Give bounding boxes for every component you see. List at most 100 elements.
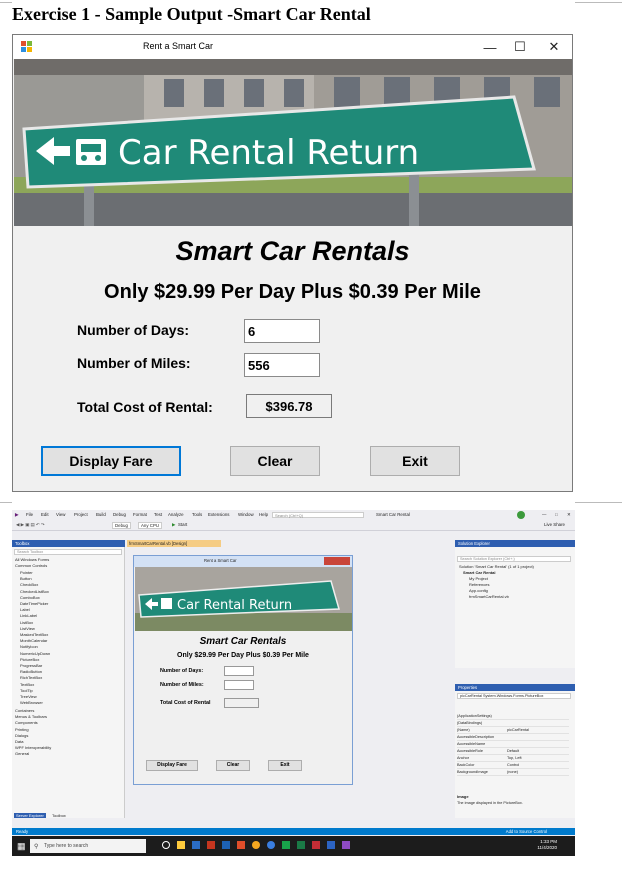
days-input[interactable]: 6 <box>244 319 320 343</box>
solution-item[interactable]: Solution 'Smart Car Rental' (1 of 1 proj… <box>459 564 534 569</box>
start-button[interactable]: Start <box>178 522 187 527</box>
property-row[interactable]: BackgroundImage (none) <box>457 770 569 776</box>
property-value[interactable]: Control <box>507 763 519 767</box>
close-icon[interactable] <box>324 557 350 565</box>
property-value[interactable]: picCarRental <box>507 728 529 732</box>
ide-search-input[interactable]: Search (Ctrl+Q) <box>272 512 364 518</box>
close-icon[interactable]: ✕ <box>544 38 564 56</box>
designer-exit-button[interactable]: Exit <box>268 760 302 771</box>
toolbox-group[interactable]: Components <box>15 720 38 725</box>
solution-item[interactable]: My Project <box>469 576 488 581</box>
menu-project[interactable]: Project <box>74 512 88 517</box>
live-share-button[interactable]: Live Share <box>544 522 565 527</box>
exit-button[interactable]: Exit <box>370 446 460 476</box>
avatar[interactable] <box>517 511 525 519</box>
project-item[interactable]: Smart Car Rental <box>463 570 495 575</box>
toolbox-item[interactable]: RadioButton <box>20 669 42 674</box>
menu-edit[interactable]: Edit <box>41 512 49 517</box>
toolbox-item[interactable]: ComboBox <box>20 595 40 600</box>
miles-input[interactable]: 556 <box>244 353 320 377</box>
toolbox-item[interactable]: CheckBox <box>20 582 38 587</box>
toolbox-group[interactable]: Data <box>15 739 23 744</box>
toolbox-group[interactable]: Common Controls <box>15 563 47 568</box>
toolbox-group[interactable]: Printing <box>15 727 29 732</box>
toolbox-item[interactable]: TreeView <box>20 694 37 699</box>
source-control-button[interactable]: Add to Source Control <box>506 828 547 835</box>
toolbox-item[interactable]: Label <box>20 607 30 612</box>
maximize-icon[interactable]: ☐ <box>510 38 530 56</box>
property-value[interactable]: (none) <box>507 770 518 774</box>
toolbox-item[interactable]: CheckedListBox <box>20 589 49 594</box>
property-row[interactable]: AccessibleRole Default <box>457 749 569 755</box>
designer-total-label[interactable]: Total Cost of Rental <box>160 700 211 706</box>
toolbox-group[interactable]: Dialogs <box>15 733 28 738</box>
menu-tools[interactable]: Tools <box>192 512 202 517</box>
toolbox-group[interactable]: All Windows Forms <box>15 557 49 562</box>
toolbox-item[interactable]: ListView <box>20 626 35 631</box>
menu-debug[interactable]: Debug <box>113 512 126 517</box>
solution-item[interactable]: App.config <box>469 588 488 593</box>
menu-format[interactable]: Format <box>133 512 147 517</box>
properties-object-dropdown[interactable]: picCarRental System.Windows.Forms.Pictur… <box>457 693 571 699</box>
menu-build[interactable]: Build <box>96 512 106 517</box>
toolbox-item[interactable]: DateTimePicker <box>20 601 48 606</box>
toolbox-item[interactable]: WebBrowser <box>20 700 43 705</box>
clear-button[interactable]: Clear <box>230 446 320 476</box>
property-row[interactable]: AccessibleName <box>457 742 569 748</box>
designer-title[interactable]: Smart Car Rentals <box>134 636 352 647</box>
toolbox-bottom-tab[interactable]: Toolbox <box>50 813 68 818</box>
system-tray-clock[interactable]: 1:33 PM 11/4/2020 <box>537 839 557 851</box>
menu-extensions[interactable]: Extensions <box>208 512 229 517</box>
menu-window[interactable]: Window <box>238 512 254 517</box>
designer-days-input[interactable] <box>224 666 254 676</box>
designer-days-label[interactable]: Number of Days: <box>160 668 203 674</box>
minimize-icon[interactable]: — <box>480 38 500 56</box>
display-fare-button[interactable]: Display Fare <box>41 446 181 476</box>
toolbox-group[interactable]: Menus & Toolbars <box>15 714 47 719</box>
toolbox-item[interactable]: MonthCalendar <box>20 638 47 643</box>
config-dropdown[interactable]: Debug <box>112 522 131 529</box>
property-row[interactable]: AccessibleDescription <box>457 735 569 741</box>
title-bar[interactable]: Rent a Smart Car — ☐ ✕ <box>13 35 572 59</box>
taskbar-search-input[interactable]: Type here to search <box>30 839 146 853</box>
toolbox-group[interactable]: Containers <box>15 708 34 713</box>
start-icon[interactable]: ▶ <box>172 522 175 528</box>
toolbox-item[interactable]: Pointer <box>20 570 33 575</box>
designer-total-output[interactable] <box>224 698 259 708</box>
toolbox-group[interactable]: WPF Interoperability <box>15 745 51 750</box>
toolbox-item[interactable]: NumericUpDown <box>20 651 50 656</box>
minimize-icon[interactable]: — <box>542 512 546 517</box>
toolbox-item[interactable]: MaskedTextBox <box>20 632 48 637</box>
toolbox-item[interactable]: PictureBox <box>20 657 39 662</box>
toolbox-item[interactable]: ProgressBar <box>20 663 42 668</box>
maximize-icon[interactable]: □ <box>555 512 558 517</box>
tab-designer[interactable]: frmSmartCarRental.vb [Design] <box>127 540 221 547</box>
close-icon[interactable]: ✕ <box>567 512 571 518</box>
menu-file[interactable]: File <box>26 512 33 517</box>
menu-analyze[interactable]: Analyze <box>168 512 184 517</box>
toolbox-item[interactable]: RichTextBox <box>20 675 42 680</box>
menu-help[interactable]: Help <box>259 512 268 517</box>
solution-item[interactable]: References <box>469 582 489 587</box>
designer-form[interactable]: Rent a Smart Car Car Rental Return Smart… <box>133 555 353 785</box>
property-row[interactable]: (DataBindings) <box>457 721 569 727</box>
toolbox-item[interactable]: ToolTip <box>20 688 33 693</box>
toolbox-item[interactable]: Button <box>20 576 32 581</box>
toolbox-group[interactable]: General <box>15 751 29 756</box>
designer-display-fare-button[interactable]: Display Fare <box>146 760 198 771</box>
toolbox-item[interactable]: ListBox <box>20 620 33 625</box>
designer-miles-label[interactable]: Number of Miles: <box>160 682 204 688</box>
property-row[interactable]: Anchor Top, Left <box>457 756 569 762</box>
property-row[interactable]: BackColor Control <box>457 763 569 769</box>
windows-start-icon[interactable]: ▦ <box>17 841 26 852</box>
property-value[interactable]: Default <box>507 749 519 753</box>
property-row[interactable]: (Name) picCarRental <box>457 728 569 734</box>
platform-dropdown[interactable]: Any CPU <box>138 522 163 529</box>
property-value[interactable]: Top, Left <box>507 756 522 760</box>
toolbox-item[interactable]: TextBox <box>20 682 34 687</box>
designer-miles-input[interactable] <box>224 680 254 690</box>
picture-box[interactable]: Car Rental Return <box>135 567 352 631</box>
toolbar-icons[interactable]: ◀ ▶ ▣ ▤ ↶ ↷ <box>16 522 45 528</box>
designer-subtitle[interactable]: Only $29.99 Per Day Plus $0.39 Per Mile <box>134 652 352 659</box>
solution-item[interactable]: frmSmartCarRental.vb <box>469 594 509 599</box>
